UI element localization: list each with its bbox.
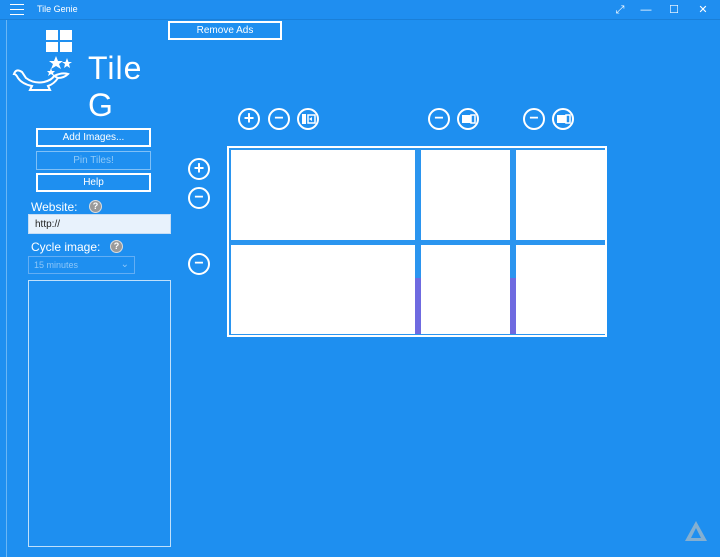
- remove-row-button-2[interactable]: −: [188, 253, 210, 275]
- tile[interactable]: [231, 245, 415, 334]
- remove-column-button-3[interactable]: −: [523, 108, 545, 130]
- remove-row-button-1[interactable]: −: [188, 187, 210, 209]
- pin-tiles-button[interactable]: Pin Tiles!: [36, 151, 151, 170]
- tile[interactable]: [516, 245, 605, 334]
- resize-icon: [462, 114, 476, 124]
- fullscreen-button[interactable]: ⤢: [607, 0, 633, 20]
- remove-column-button-1[interactable]: −: [268, 108, 290, 130]
- title-bar: Tile Genie ⤢ — ☐ ✕: [0, 0, 720, 20]
- remove-column-button-2[interactable]: −: [428, 108, 450, 130]
- website-label: Website:: [31, 200, 78, 214]
- tile-divider: [510, 278, 516, 334]
- tile-divider: [415, 278, 421, 334]
- window-title: Tile Genie: [37, 4, 78, 14]
- resize-column-button-1[interactable]: [297, 108, 319, 130]
- tile[interactable]: [421, 150, 510, 240]
- website-help-icon[interactable]: ?: [89, 200, 102, 213]
- app-logo: Tile G: [12, 28, 172, 123]
- genie-lamp-icon: [12, 30, 72, 91]
- close-button[interactable]: ✕: [690, 0, 716, 20]
- help-button[interactable]: Help: [36, 173, 151, 192]
- minimize-button[interactable]: —: [633, 0, 659, 20]
- hamburger-icon[interactable]: [10, 4, 24, 16]
- cycle-image-value: 15 minutes: [34, 260, 79, 270]
- image-list[interactable]: [28, 280, 171, 547]
- window-left-edge: [0, 20, 7, 557]
- add-column-button[interactable]: +: [238, 108, 260, 130]
- tile-grid: [227, 146, 607, 337]
- tile[interactable]: [421, 245, 510, 334]
- cycle-image-label: Cycle image:: [31, 240, 101, 254]
- app-title: Tile G: [88, 50, 143, 123]
- tile[interactable]: [231, 150, 415, 240]
- tile[interactable]: [516, 150, 605, 240]
- add-images-button[interactable]: Add Images...: [36, 128, 151, 147]
- watermark-logo-icon: [685, 521, 707, 541]
- website-input[interactable]: http://: [28, 214, 171, 234]
- resize-column-button-3[interactable]: [552, 108, 574, 130]
- cycle-help-icon[interactable]: ?: [110, 240, 123, 253]
- resize-column-button-2[interactable]: [457, 108, 479, 130]
- cycle-image-select[interactable]: 15 minutes ⌄: [28, 256, 135, 274]
- resize-icon: [557, 114, 571, 124]
- chevron-down-icon: ⌄: [120, 259, 129, 270]
- maximize-button[interactable]: ☐: [661, 0, 687, 20]
- add-row-button[interactable]: +: [188, 158, 210, 180]
- resize-icon: [302, 114, 316, 124]
- remove-ads-button[interactable]: Remove Ads: [168, 21, 282, 40]
